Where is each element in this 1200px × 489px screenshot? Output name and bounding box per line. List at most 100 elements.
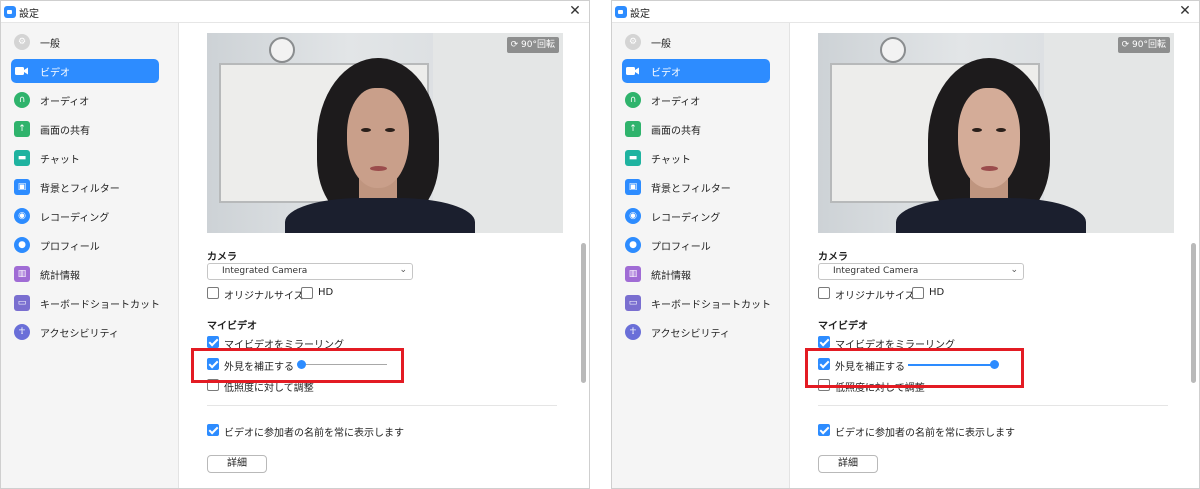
keyboard-icon: ▭ (14, 295, 30, 311)
sidebar-item-profile[interactable]: ● プロフィール (622, 233, 770, 257)
record-icon: ◉ (625, 208, 641, 224)
touch-up-checkbox[interactable] (207, 358, 219, 370)
camera-select[interactable]: Integrated Camera ⌄ (207, 263, 413, 280)
camera-preview: ⟳ 90°回転 (818, 33, 1174, 233)
video-camera-icon (14, 63, 30, 79)
sidebar-item-chat[interactable]: ▬ チャット (11, 146, 159, 170)
sidebar-item-share-screen[interactable]: ↑ 画面の共有 (11, 117, 159, 141)
chevron-down-icon: ⌄ (399, 265, 407, 275)
sidebar-item-profile[interactable]: ● プロフィール (11, 233, 159, 257)
accessibility-icon: ☥ (14, 324, 30, 340)
sidebar-item-label: 背景とフィルター (651, 184, 731, 195)
sidebar-item-statistics[interactable]: ▥ 統計情報 (11, 262, 159, 286)
original-size-checkbox[interactable] (818, 287, 830, 299)
camera-select-value: Integrated Camera (833, 266, 919, 276)
wall-clock (880, 37, 906, 63)
sidebar-item-label: ビデオ (651, 68, 681, 79)
profile-icon: ● (625, 237, 641, 253)
original-size-label: オリジナルサイズ (835, 291, 915, 302)
camera-section-title: カメラ (818, 252, 848, 263)
sidebar-item-accessibility[interactable]: ☥ アクセシビリティ (11, 320, 159, 344)
statistics-icon: ▥ (14, 266, 30, 282)
touch-up-slider[interactable] (297, 360, 387, 370)
zoom-app-icon (615, 6, 627, 18)
touch-up-label: 外見を補正する (224, 362, 294, 373)
sidebar-item-general[interactable]: ⚙ 一般 (622, 30, 770, 54)
sidebar-item-audio[interactable]: ∩ オーディオ (11, 88, 159, 112)
keyboard-icon: ▭ (625, 295, 641, 311)
sidebar-item-statistics[interactable]: ▥ 統計情報 (622, 262, 770, 286)
sidebar-item-label: オーディオ (651, 97, 701, 108)
low-light-label: 低照度に対して調整 (835, 383, 925, 394)
title-bar: 設定 ✕ (612, 1, 1199, 23)
profile-icon: ● (14, 237, 30, 253)
sidebar-item-background[interactable]: ▣ 背景とフィルター (622, 175, 770, 199)
statistics-icon: ▥ (625, 266, 641, 282)
sidebar-item-keyboard-shortcuts[interactable]: ▭ キーボードショートカット (622, 291, 771, 315)
sidebar-item-audio[interactable]: ∩ オーディオ (622, 88, 770, 112)
advanced-button[interactable]: 詳細 (818, 455, 878, 473)
sidebar-item-label: 画面の共有 (40, 126, 90, 137)
scrollbar[interactable] (1191, 31, 1196, 480)
video-settings-panel: ⟳ 90°回転 カメラ Integrated Camera ⌄ オリジナルサイズ… (790, 23, 1199, 488)
sidebar-item-accessibility[interactable]: ☥ アクセシビリティ (622, 320, 770, 344)
original-size-label: オリジナルサイズ (224, 291, 304, 302)
hd-checkbox[interactable] (301, 287, 313, 299)
sidebar-item-video[interactable]: ビデオ (11, 59, 159, 83)
sidebar-item-share-screen[interactable]: ↑ 画面の共有 (622, 117, 770, 141)
sidebar-item-label: 背景とフィルター (40, 184, 120, 195)
sidebar-item-chat[interactable]: ▬ チャット (622, 146, 770, 170)
low-light-checkbox[interactable] (207, 379, 219, 391)
camera-select[interactable]: Integrated Camera ⌄ (818, 263, 1024, 280)
settings-window-before: 設定 ✕ ⚙ 一般 ビデオ ∩ オーディオ ↑ 画面の共有 ▬ チャット ▣ 背… (0, 0, 590, 489)
close-button[interactable]: ✕ (1177, 3, 1193, 19)
title-bar: 設定 ✕ (1, 1, 589, 23)
settings-sidebar: ⚙ 一般 ビデオ ∩ オーディオ ↑ 画面の共有 ▬ チャット ▣ 背景とフィル… (612, 23, 790, 488)
touch-up-slider-thumb[interactable] (297, 360, 306, 369)
sidebar-item-recording[interactable]: ◉ レコーディング (11, 204, 159, 228)
advanced-button[interactable]: 詳細 (207, 455, 267, 473)
low-light-checkbox[interactable] (818, 379, 830, 391)
touch-up-checkbox[interactable] (818, 358, 830, 370)
video-camera-icon (625, 63, 641, 79)
record-icon: ◉ (14, 208, 30, 224)
original-size-checkbox[interactable] (207, 287, 219, 299)
rotate-90-button[interactable]: ⟳ 90°回転 (506, 37, 559, 53)
sidebar-item-keyboard-shortcuts[interactable]: ▭ キーボードショートカット (11, 291, 160, 315)
sidebar-item-label: オーディオ (40, 97, 90, 108)
scrollbar[interactable] (581, 31, 586, 480)
divider (818, 405, 1168, 406)
background-icon: ▣ (625, 179, 641, 195)
low-light-label: 低照度に対して調整 (224, 383, 314, 394)
sidebar-item-general[interactable]: ⚙ 一般 (11, 30, 159, 54)
accessibility-icon: ☥ (625, 324, 641, 340)
window-title: 設定 (630, 9, 650, 20)
chat-icon: ▬ (14, 150, 30, 166)
sidebar-item-background[interactable]: ▣ 背景とフィルター (11, 175, 159, 199)
hd-checkbox[interactable] (912, 287, 924, 299)
scrollbar-thumb[interactable] (581, 243, 586, 383)
mirror-checkbox[interactable] (818, 336, 830, 348)
touch-up-slider-thumb[interactable] (990, 360, 999, 369)
mirror-checkbox[interactable] (207, 336, 219, 348)
sidebar-item-label: レコーディング (40, 213, 110, 224)
sidebar-item-video[interactable]: ビデオ (622, 59, 770, 83)
show-names-checkbox[interactable] (207, 424, 219, 436)
chat-icon: ▬ (625, 150, 641, 166)
sidebar-item-label: ビデオ (40, 68, 70, 79)
rotate-90-button[interactable]: ⟳ 90°回転 (1117, 37, 1170, 53)
show-names-label: ビデオに参加者の名前を常に表示します (224, 428, 404, 439)
wall-clock (269, 37, 295, 63)
sidebar-item-label: アクセシビリティ (40, 329, 119, 340)
sidebar-item-recording[interactable]: ◉ レコーディング (622, 204, 770, 228)
touch-up-slider[interactable] (908, 360, 999, 370)
sidebar-item-label: チャット (40, 155, 80, 166)
share-screen-icon: ↑ (625, 121, 641, 137)
scrollbar-thumb[interactable] (1191, 243, 1196, 383)
person-face (347, 88, 409, 188)
close-button[interactable]: ✕ (567, 3, 583, 19)
headphones-icon: ∩ (14, 92, 30, 108)
show-names-checkbox[interactable] (818, 424, 830, 436)
sidebar-item-label: アクセシビリティ (651, 329, 730, 340)
my-video-section-title: マイビデオ (818, 321, 868, 332)
